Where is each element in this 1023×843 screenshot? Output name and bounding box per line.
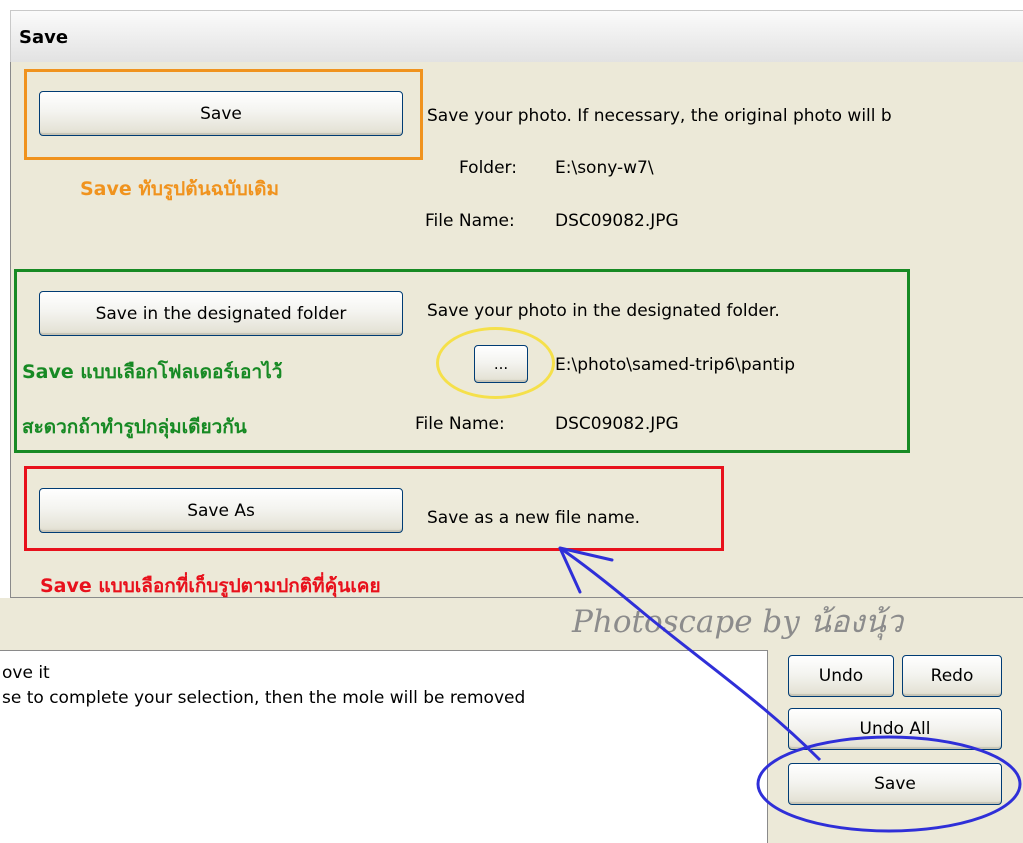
saveas-annotation: Save แบบเลือกที่เก็บรูปตามปกติที่คุ้นเคย — [40, 575, 381, 597]
filename-value: DSC09082.JPG — [555, 211, 679, 231]
designated-folder-value: E:\photo\samed-trip6\pantip — [555, 355, 796, 375]
undo-all-button[interactable]: Undo All — [788, 708, 1002, 750]
dialog-title: Save — [19, 27, 69, 48]
redo-button[interactable]: Redo — [902, 655, 1002, 697]
info-panel: ove it se to complete your selection, th… — [0, 650, 768, 843]
designated-filename-label: File Name: — [415, 414, 505, 434]
saveas-description: Save as a new file name. — [427, 508, 641, 528]
save-button[interactable]: Save — [39, 91, 403, 136]
folder-label: Folder: — [459, 158, 517, 178]
watermark: Photoscape by น้องนุ้ว — [572, 604, 904, 640]
dialog-title-bar: Save — [10, 10, 1023, 62]
designated-filename-value: DSC09082.JPG — [555, 414, 679, 434]
save-description: Save your photo. If necessary, the origi… — [427, 106, 892, 126]
save-annotation: Save ทับรูปต้นฉบับเดิม — [80, 178, 279, 200]
info-line-2: se to complete your selection, then the … — [2, 688, 526, 708]
browse-folder-button[interactable]: ... — [474, 345, 528, 383]
designated-annotation-line2: สะดวกถ้าทำรูปกลุ่มเดียวกัน — [22, 416, 247, 438]
filename-label: File Name: — [425, 211, 515, 231]
info-line-1: ove it — [2, 663, 50, 683]
save-as-button[interactable]: Save As — [39, 488, 403, 533]
designated-annotation-line1: Save แบบเลือกโฟลเดอร์เอาไว้ — [22, 361, 283, 383]
editor-save-button[interactable]: Save — [788, 763, 1002, 805]
folder-value: E:\sony-w7\ — [555, 158, 654, 178]
undo-button[interactable]: Undo — [788, 655, 894, 697]
designated-description: Save your photo in the designated folder… — [427, 301, 780, 321]
save-designated-folder-button[interactable]: Save in the designated folder — [39, 291, 403, 336]
